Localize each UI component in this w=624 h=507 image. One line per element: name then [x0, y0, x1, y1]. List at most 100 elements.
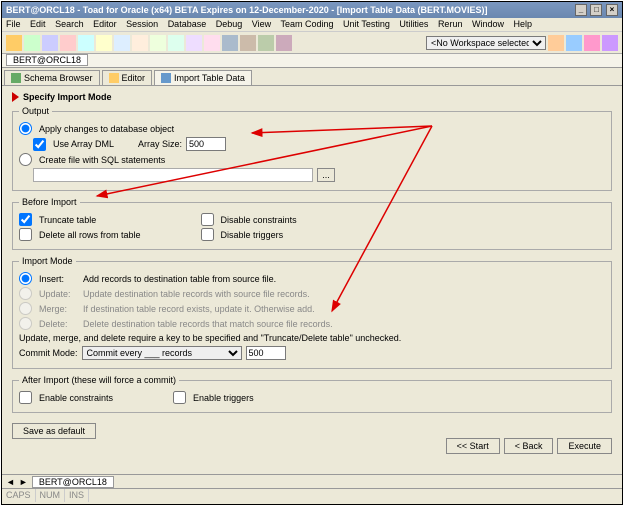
main-window: BERT@ORCL18 - Toad for Oracle (x64) BETA… [1, 1, 623, 505]
tb-icon[interactable] [60, 35, 76, 51]
section-title: Specify Import Mode [12, 92, 612, 102]
tab-schema-browser[interactable]: Schema Browser [4, 70, 100, 85]
content-area: Specify Import Mode Output Apply changes… [2, 86, 622, 474]
menu-file[interactable]: File [6, 19, 21, 29]
array-size-input[interactable] [186, 137, 226, 151]
maximize-button[interactable]: □ [590, 4, 602, 16]
tb-icon[interactable] [602, 35, 618, 51]
execute-button[interactable]: Execute [557, 438, 612, 454]
tb-icon[interactable] [24, 35, 40, 51]
use-array-dml-checkbox[interactable] [33, 138, 46, 151]
browse-button[interactable]: ... [317, 168, 335, 182]
tb-icon[interactable] [78, 35, 94, 51]
title-bar: BERT@ORCL18 - Toad for Oracle (x64) BETA… [2, 2, 622, 18]
arrow-icon [12, 92, 19, 102]
document-tabs: Schema Browser Editor Import Table Data [2, 68, 622, 86]
menu-rerun[interactable]: Rerun [438, 19, 463, 29]
window-title: BERT@ORCL18 - Toad for Oracle (x64) BETA… [6, 5, 488, 15]
menu-bar: File Edit Search Editor Session Database… [2, 18, 622, 32]
tb-icon[interactable] [548, 35, 564, 51]
create-file-label: Create file with SQL statements [39, 155, 165, 165]
menu-view[interactable]: View [252, 19, 271, 29]
bottom-conn-tab[interactable]: BERT@ORCL18 [32, 476, 114, 488]
file-path-input[interactable] [33, 168, 313, 182]
tb-icon[interactable] [276, 35, 292, 51]
minimize-button[interactable]: _ [575, 4, 587, 16]
delete-radio [19, 317, 32, 330]
mode-legend: Import Mode [19, 256, 76, 266]
commit-count-input[interactable] [246, 346, 286, 360]
tb-icon[interactable] [186, 35, 202, 51]
apply-changes-radio[interactable] [19, 122, 32, 135]
before-legend: Before Import [19, 197, 80, 207]
truncate-table-checkbox[interactable] [19, 213, 32, 226]
status-bar: CAPS NUM INS [2, 488, 622, 502]
array-size-label: Array Size: [138, 139, 182, 149]
close-button[interactable]: × [606, 4, 618, 16]
after-legend: After Import (these will force a commit) [19, 375, 179, 385]
tb-icon[interactable] [566, 35, 582, 51]
status-caps: CAPS [2, 489, 36, 502]
tb-icon[interactable] [132, 35, 148, 51]
tab-editor[interactable]: Editor [102, 70, 153, 85]
import-icon [161, 73, 171, 83]
menu-search[interactable]: Search [55, 19, 84, 29]
tb-icon[interactable] [204, 35, 220, 51]
menu-database[interactable]: Database [168, 19, 207, 29]
tb-icon[interactable] [584, 35, 600, 51]
commit-mode-label: Commit Mode: [19, 348, 78, 358]
mode-note: Update, merge, and delete require a key … [19, 333, 605, 343]
tb-icon[interactable] [150, 35, 166, 51]
toolbar: <No Workspace selected> [2, 32, 622, 54]
apply-changes-label: Apply changes to database object [39, 124, 174, 134]
tb-icon[interactable] [240, 35, 256, 51]
tb-icon[interactable] [168, 35, 184, 51]
connection-tab[interactable]: BERT@ORCL18 [6, 54, 88, 66]
menu-window[interactable]: Window [472, 19, 504, 29]
enable-constraints-checkbox[interactable] [19, 391, 32, 404]
delete-all-checkbox[interactable] [19, 228, 32, 241]
tb-icon[interactable] [42, 35, 58, 51]
menu-help[interactable]: Help [514, 19, 533, 29]
workspace-select[interactable]: <No Workspace selected> [426, 36, 546, 50]
menu-editor[interactable]: Editor [93, 19, 117, 29]
output-legend: Output [19, 106, 52, 116]
status-ins: INS [65, 489, 89, 502]
tb-icon[interactable] [96, 35, 112, 51]
before-import-group: Before Import Truncate table Delete all … [12, 197, 612, 250]
enable-triggers-checkbox[interactable] [173, 391, 186, 404]
import-mode-group: Import Mode Insert:Add records to destin… [12, 256, 612, 369]
back-button[interactable]: < Back [504, 438, 554, 454]
tb-icon[interactable] [258, 35, 274, 51]
tb-icon[interactable] [6, 35, 22, 51]
disable-constraints-checkbox[interactable] [201, 213, 214, 226]
menu-teamcoding[interactable]: Team Coding [280, 19, 333, 29]
create-file-radio[interactable] [19, 153, 32, 166]
insert-radio[interactable] [19, 272, 32, 285]
connection-tab-area: BERT@ORCL18 [2, 54, 622, 68]
tab-nav-icon[interactable]: ► [19, 477, 28, 487]
output-group: Output Apply changes to database object … [12, 106, 612, 191]
menu-debug[interactable]: Debug [216, 19, 243, 29]
editor-icon [109, 73, 119, 83]
menu-utilities[interactable]: Utilities [399, 19, 428, 29]
status-num: NUM [36, 489, 66, 502]
use-array-dml-label: Use Array DML [53, 139, 114, 149]
menu-edit[interactable]: Edit [30, 19, 46, 29]
start-button[interactable]: << Start [446, 438, 500, 454]
save-default-button[interactable]: Save as default [12, 423, 96, 439]
after-import-group: After Import (these will force a commit)… [12, 375, 612, 413]
update-radio [19, 287, 32, 300]
commit-mode-select[interactable]: Commit every ___ records [82, 346, 242, 360]
merge-radio [19, 302, 32, 315]
schema-icon [11, 73, 21, 83]
bottom-tabs: ◄ ► BERT@ORCL18 [2, 474, 622, 488]
menu-session[interactable]: Session [126, 19, 158, 29]
tb-icon[interactable] [114, 35, 130, 51]
menu-unittesting[interactable]: Unit Testing [343, 19, 390, 29]
tab-nav-icon[interactable]: ◄ [6, 477, 15, 487]
disable-triggers-checkbox[interactable] [201, 228, 214, 241]
workspace-select-area: <No Workspace selected> [426, 35, 618, 51]
tab-import-table-data[interactable]: Import Table Data [154, 70, 252, 85]
tb-icon[interactable] [222, 35, 238, 51]
